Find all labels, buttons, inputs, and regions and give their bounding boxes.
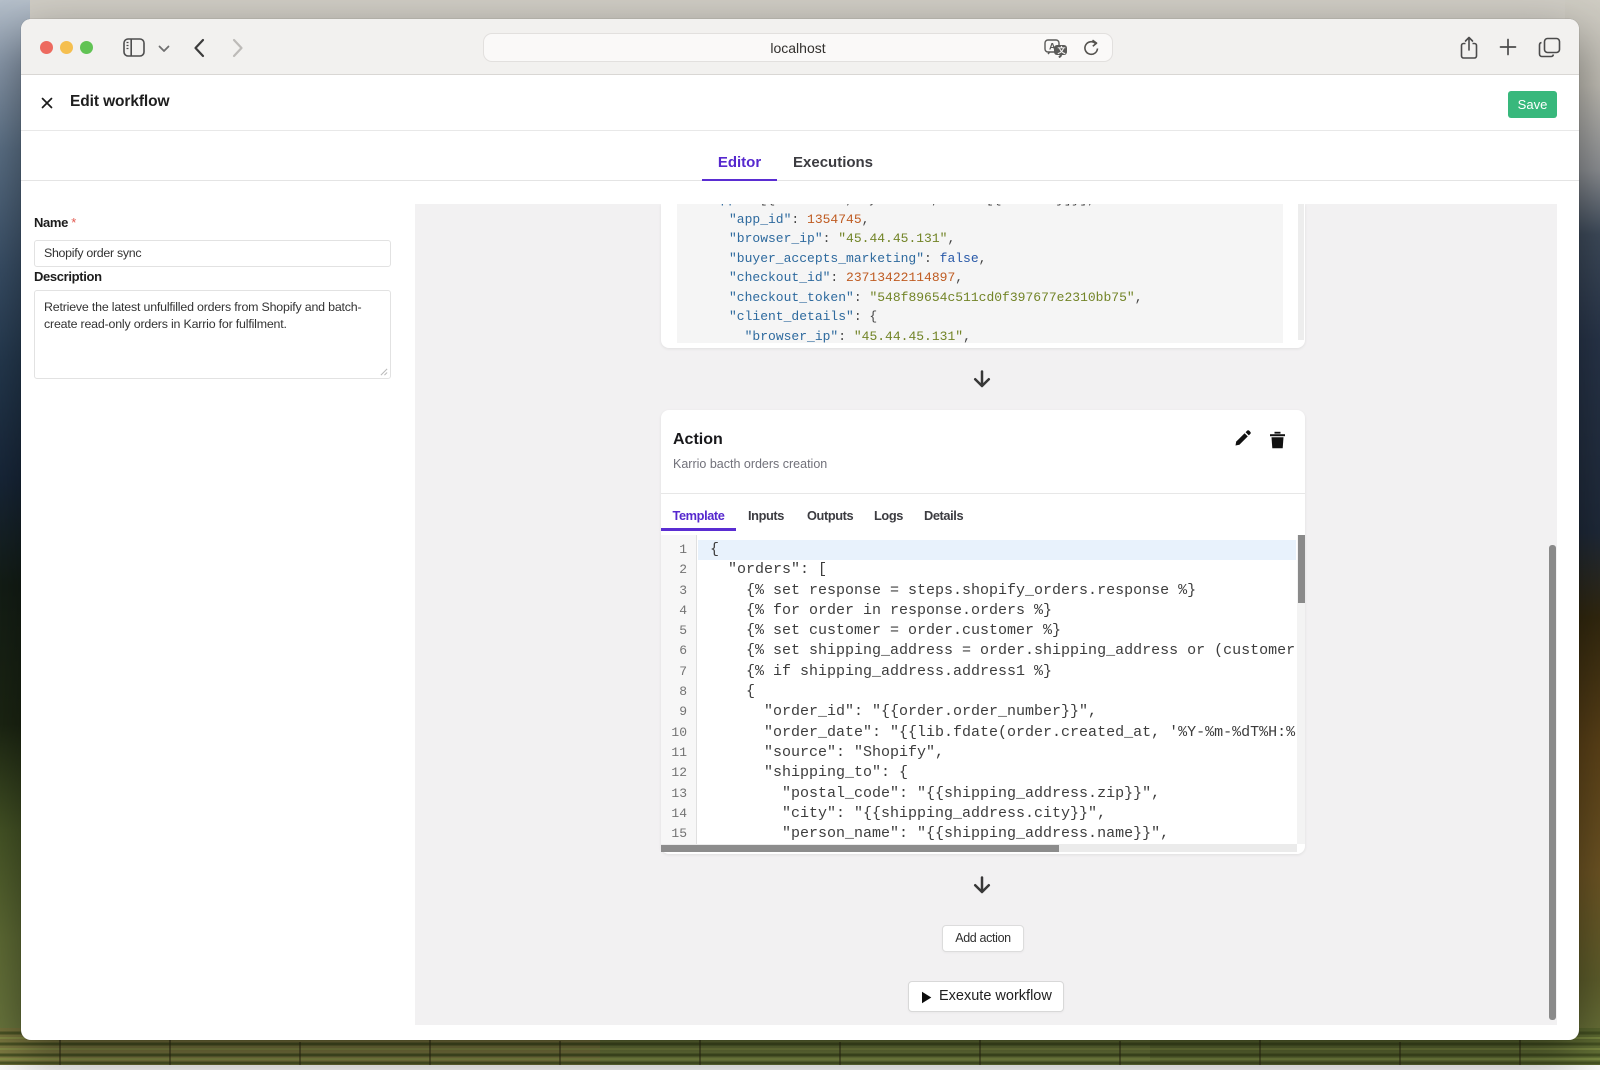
svg-text:文: 文 bbox=[1058, 45, 1067, 55]
